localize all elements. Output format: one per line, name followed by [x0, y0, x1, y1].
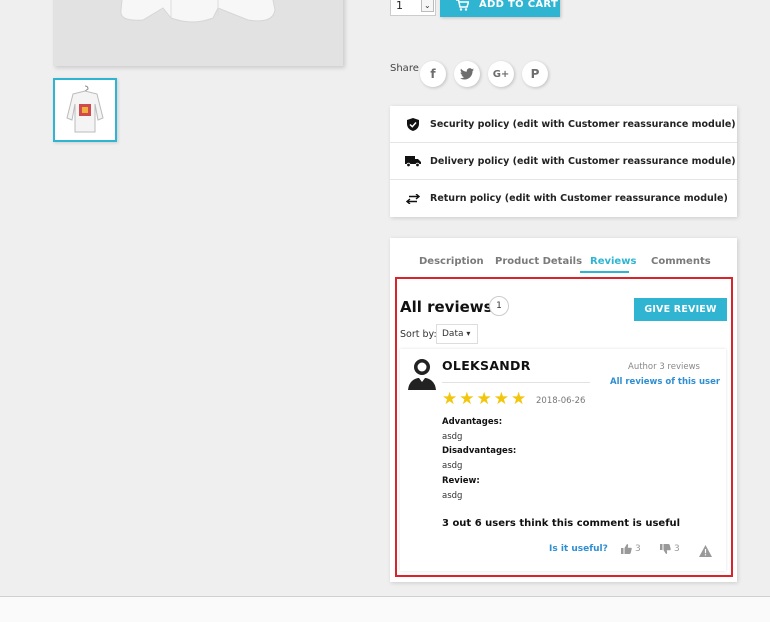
- share-label: Share: [390, 63, 419, 74]
- reassurance-item-return[interactable]: Return policy (edit with Customer reassu…: [390, 180, 737, 217]
- add-to-cart-button[interactable]: ADD TO CART: [440, 0, 560, 17]
- facebook-share-button[interactable]: f: [420, 61, 446, 87]
- quantity-down-button[interactable]: ⌄: [420, 0, 434, 12]
- swap-arrows-icon: [405, 193, 421, 204]
- truck-icon: [405, 155, 421, 167]
- reassurance-label: Security policy (edit with Customer reas…: [430, 118, 736, 130]
- product-thumbnail[interactable]: [53, 78, 117, 142]
- pinterest-share-button[interactable]: P: [522, 61, 548, 87]
- twitter-icon: [460, 68, 474, 80]
- product-tabs: Description Product Details Reviews Comm…: [390, 238, 737, 273]
- quantity-value[interactable]: 1: [391, 0, 420, 15]
- reassurance-label: Return policy (edit with Customer reassu…: [430, 193, 728, 204]
- active-tab-indicator: [580, 271, 629, 273]
- reassurance-block: Security policy (edit with Customer reas…: [390, 106, 737, 217]
- pinterest-icon: P: [530, 67, 540, 81]
- tab-reviews[interactable]: Reviews: [590, 256, 636, 267]
- reassurance-item-delivery[interactable]: Delivery policy (edit with Customer reas…: [390, 143, 737, 180]
- twitter-share-button[interactable]: [454, 61, 480, 87]
- facebook-icon: f: [430, 67, 436, 81]
- google-plus-icon: G+: [492, 68, 510, 80]
- reassurance-item-security[interactable]: Security policy (edit with Customer reas…: [390, 106, 737, 143]
- page-footer: [0, 597, 770, 622]
- product-main-image[interactable]: [53, 0, 343, 66]
- tab-description[interactable]: Description: [419, 256, 484, 267]
- tab-product-details[interactable]: Product Details: [495, 256, 582, 267]
- add-to-cart-label: ADD TO CART: [479, 0, 559, 10]
- shield-check-icon: [405, 117, 421, 131]
- cart-icon: [456, 0, 469, 11]
- google-plus-share-button[interactable]: G+: [488, 61, 514, 87]
- quantity-stepper[interactable]: 1 ⌄: [390, 0, 436, 16]
- reassurance-label: Delivery policy (edit with Customer reas…: [430, 155, 736, 167]
- tab-comments[interactable]: Comments: [651, 256, 711, 267]
- highlight-frame: [395, 277, 733, 577]
